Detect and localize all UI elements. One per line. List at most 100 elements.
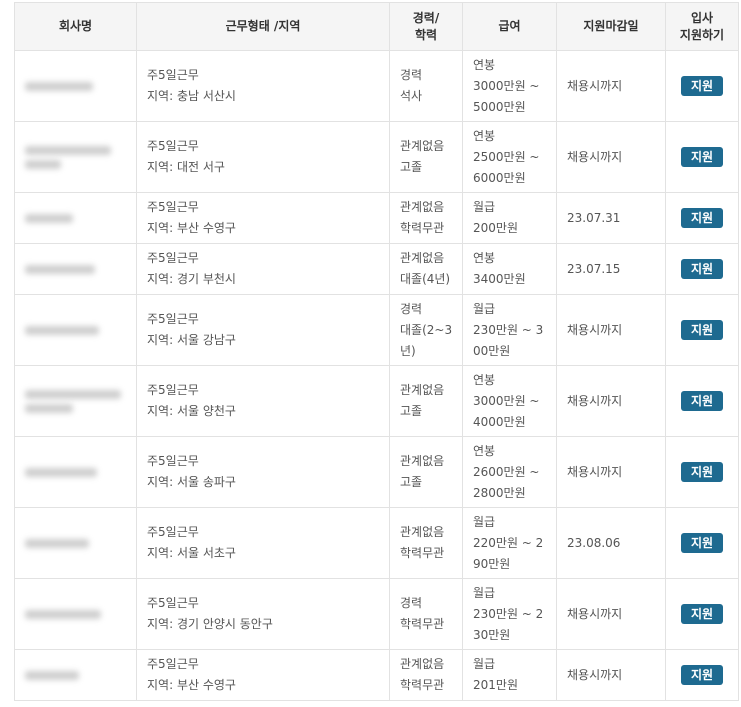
company-name-cell[interactable]: [14, 365, 137, 437]
work-region-cell-line: 주5일근무: [147, 454, 199, 468]
deadline-cell: 채용시까지: [556, 436, 666, 508]
company-name-cell[interactable]: [14, 578, 137, 650]
salary-cell-line: 월급: [473, 200, 496, 214]
apply-button[interactable]: 지원: [681, 461, 723, 482]
career-education-cell: 경력 석사: [389, 50, 463, 122]
salary-cell-line: 220만원 ~ 2: [473, 535, 544, 550]
salary-cell: 연봉 3000만원 ~ 4000만원: [462, 365, 557, 437]
redacted-company-name: [25, 264, 95, 274]
work-region-cell-line: 주5일근무: [147, 251, 199, 265]
apply-button[interactable]: 지원: [681, 207, 723, 228]
apply-cell: 지원: [665, 243, 739, 295]
career-education-cell-line: 학력무관: [400, 617, 445, 631]
company-name-cell[interactable]: [14, 649, 137, 701]
header-deadline: 지원마감일: [556, 2, 666, 51]
apply-button[interactable]: 지원: [681, 532, 723, 553]
deadline-cell: 채용시까지: [556, 365, 666, 437]
company-name-cell[interactable]: [14, 243, 137, 295]
work-region-cell-line: 지역: 부산 수영구: [147, 221, 236, 235]
career-education-cell-line: 학력무관: [400, 678, 445, 692]
career-education-cell: 경력 학력무관: [389, 578, 463, 650]
header-career-line-2: 학력: [414, 27, 438, 42]
work-region-cell: 주5일근무지역: 서울 송파구: [136, 436, 390, 508]
career-education-cell-line: 관계없음: [400, 139, 445, 153]
work-region-cell: 주5일근무 지역: 부산 수영구: [136, 192, 390, 244]
header-work-type-region: 근무형태 /지역: [136, 2, 390, 51]
career-education-cell-line: 관계없음: [400, 251, 445, 265]
salary-cell-line: 6000만원: [473, 170, 526, 185]
career-education-cell-line: 대졸(2~3: [400, 322, 453, 337]
company-name-cell[interactable]: [14, 121, 137, 193]
career-education-cell-line: 관계없음: [400, 525, 445, 539]
apply-cell: 지원: [665, 294, 739, 366]
work-region-cell-line: 주5일근무: [147, 525, 199, 539]
work-region-cell-line: 지역: 서울 송파구: [147, 475, 236, 489]
career-education-cell: 관계없음학력무관: [389, 649, 463, 701]
company-name-cell[interactable]: [14, 507, 137, 579]
career-education-cell: 관계없음 대졸(4년): [389, 243, 463, 295]
apply-cell: 지원: [665, 649, 739, 701]
salary-cell-line: 월급: [473, 514, 496, 529]
salary-cell-line: 연봉: [473, 128, 496, 143]
apply-cell: 지원: [665, 507, 739, 579]
salary-cell: 월급 230만원 ~ 3 00만원: [462, 294, 557, 366]
deadline-cell: 채용시까지: [556, 649, 666, 701]
work-region-cell-line: 지역: 충남 서산시: [147, 89, 236, 103]
work-region-cell: 주5일근무지역: 충남 서산시: [136, 50, 390, 122]
apply-cell: 지원: [665, 50, 739, 122]
salary-cell-line: 연봉: [473, 372, 496, 387]
salary-cell-line: 3000만원 ~: [473, 78, 540, 93]
apply-button[interactable]: 지원: [681, 146, 723, 167]
salary-cell: 연봉 3400만원: [462, 243, 557, 295]
header-apply-line-2: 지원하기: [679, 27, 725, 42]
salary-cell-line: 200만원: [473, 221, 518, 235]
redacted-company-name: [25, 403, 73, 413]
apply-button[interactable]: 지원: [681, 603, 723, 624]
job-listing-table: 회사명 근무형태 /지역 경력/ 학력 급여 지원마감일 입사 지원하기 주5일…: [14, 2, 739, 701]
work-region-cell-line: 지역: 서울 서초구: [147, 546, 236, 560]
deadline-cell: 채용시까지: [556, 294, 666, 366]
table-row: 주5일근무 지역: 서울 송파구 관계없음 고졸 연봉 2600만원 ~2800만원 채용시…: [14, 436, 739, 508]
table-row: 주5일근무 지역: 경기 안양시 동안구 경력 학력무관 월급 230만원 ~ 2 30만원…: [14, 578, 739, 650]
work-region-cell: 주5일근무지역: 서울 서초구: [136, 507, 390, 579]
career-education-cell-line: 고졸: [400, 160, 423, 174]
salary-cell-line: 연봉: [473, 57, 496, 72]
work-region-cell: 주5일근무 지역: 서울 양천구: [136, 365, 390, 437]
company-name-cell[interactable]: [14, 192, 137, 244]
work-region-cell: 주5일근무 지역: 경기 부천시: [136, 243, 390, 295]
apply-button[interactable]: 지원: [681, 664, 723, 685]
career-education-cell-line: 관계없음: [400, 657, 445, 671]
career-education-cell: 관계없음고졸: [389, 121, 463, 193]
salary-cell-line: 201만원: [473, 678, 518, 692]
header-career-line-1: 경력/: [412, 10, 440, 25]
deadline-cell: 채용시까지: [556, 578, 666, 650]
apply-cell: 지원: [665, 578, 739, 650]
salary-cell: 월급 201만원: [462, 649, 557, 701]
apply-button[interactable]: 지원: [681, 75, 723, 96]
header-career-education: 경력/ 학력: [389, 2, 463, 51]
salary-cell-line: 30만원: [473, 627, 511, 642]
salary-cell-line: 3000만원 ~: [473, 393, 540, 408]
redacted-company-name: [25, 213, 73, 223]
salary-cell-line: 월급: [473, 585, 496, 600]
salary-cell-line: 230만원 ~ 3: [473, 322, 544, 337]
work-region-cell-line: 지역: 서울 양천구: [147, 404, 236, 418]
salary-cell-line: 90만원: [473, 556, 511, 571]
redacted-company-name: [25, 81, 93, 91]
apply-cell: 지원: [665, 365, 739, 437]
career-education-cell: 관계없음 학력무관: [389, 192, 463, 244]
salary-cell-line: 230만원 ~ 2: [473, 606, 544, 621]
apply-cell: 지원: [665, 121, 739, 193]
salary-cell-line: 5000만원: [473, 99, 526, 114]
apply-button[interactable]: 지원: [681, 258, 723, 279]
career-education-cell-line: 고졸: [400, 475, 423, 489]
company-name-cell[interactable]: [14, 436, 137, 508]
work-region-cell-line: 주5일근무: [147, 68, 199, 82]
company-name-cell[interactable]: [14, 50, 137, 122]
table-row: 주5일근무 지역: 충남 서산시 경력 석사 연봉 3000만원 ~5000만원 채용시까지…: [14, 50, 739, 122]
company-name-cell[interactable]: [14, 294, 137, 366]
salary-cell-line: 2600만원 ~: [473, 464, 540, 479]
apply-button[interactable]: 지원: [681, 319, 723, 340]
career-education-cell-line: 년): [400, 343, 416, 358]
apply-button[interactable]: 지원: [681, 390, 723, 411]
